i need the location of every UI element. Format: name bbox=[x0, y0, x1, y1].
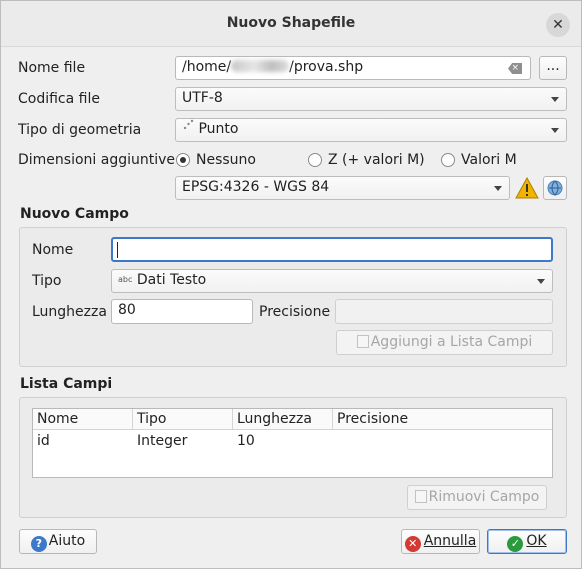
add-to-fields-list-button[interactable]: Aggiungi a Lista Campi bbox=[336, 330, 553, 355]
dialog-title: Nuovo Shapefile bbox=[226, 15, 356, 31]
point-geometry-icon bbox=[182, 119, 194, 135]
chevron-down-icon bbox=[537, 279, 545, 284]
field-precision-input[interactable] bbox=[335, 299, 553, 324]
cell-nome: id bbox=[37, 433, 50, 449]
close-icon[interactable]: ✕ bbox=[546, 13, 570, 37]
text-type-icon: abc bbox=[118, 275, 133, 284]
clear-icon[interactable]: × bbox=[508, 63, 522, 74]
globe-icon bbox=[547, 180, 563, 196]
field-type-label: Tipo bbox=[32, 273, 62, 289]
ok-button[interactable]: ✓ OK bbox=[487, 529, 567, 554]
crs-value: EPSG:4326 - WGS 84 bbox=[182, 179, 330, 195]
chevron-down-icon bbox=[551, 97, 559, 102]
radio-z-m-label: Z (+ valori M) bbox=[328, 152, 425, 168]
cancel-button[interactable]: ✕ Annulla bbox=[401, 529, 480, 554]
crs-select[interactable]: EPSG:4326 - WGS 84 bbox=[175, 176, 510, 200]
radio-valori-m-label: Valori M bbox=[461, 152, 517, 168]
fields-table[interactable]: Nome Tipo Lunghezza Precisione id Intege… bbox=[32, 408, 553, 478]
cell-tipo: Integer bbox=[137, 433, 188, 449]
encoding-value: UTF-8 bbox=[182, 90, 223, 106]
help-label: Aiuto bbox=[48, 533, 86, 549]
file-path-prefix: /home/ bbox=[182, 59, 232, 75]
remove-field-icon bbox=[414, 490, 427, 503]
cell-precisione bbox=[333, 431, 433, 451]
warning-icon bbox=[515, 176, 539, 199]
radio-nessuno-label: Nessuno bbox=[196, 152, 256, 168]
field-length-label: Lunghezza bbox=[32, 304, 107, 320]
crs-selector-button[interactable] bbox=[543, 176, 567, 200]
cancel-label: Annulla bbox=[423, 533, 477, 549]
new-shapefile-dialog: Nuovo Shapefile ✕ Nome file /home/ /prova… bbox=[0, 0, 582, 569]
dimensions-label: Dimensioni aggiuntive bbox=[18, 152, 176, 168]
chevron-down-icon bbox=[551, 128, 559, 133]
file-path-suffix: /prova.shp bbox=[289, 59, 364, 75]
geometry-type-label: Tipo di geometria bbox=[18, 122, 142, 138]
geometry-type-value: Punto bbox=[198, 121, 239, 137]
field-type-select[interactable]: abc Dati Testo bbox=[111, 269, 553, 293]
field-name-input[interactable] bbox=[111, 237, 553, 262]
field-name-label: Nome bbox=[32, 242, 74, 258]
encoding-select[interactable]: UTF-8 bbox=[175, 87, 567, 111]
field-type-value: Dati Testo bbox=[136, 272, 207, 288]
column-header-nome[interactable]: Nome bbox=[33, 409, 133, 430]
radio-nessuno[interactable] bbox=[176, 153, 190, 167]
column-header-lunghezza[interactable]: Lunghezza bbox=[233, 409, 333, 430]
new-field-title: Nuovo Campo bbox=[20, 206, 129, 222]
add-field-icon bbox=[356, 335, 369, 348]
remove-field-button[interactable]: Rimuovi Campo bbox=[407, 485, 547, 510]
cell-lunghezza: 10 bbox=[237, 433, 255, 449]
radio-valori-m[interactable] bbox=[441, 153, 455, 167]
browse-button[interactable]: ... bbox=[539, 56, 567, 80]
ok-label: OK bbox=[526, 533, 547, 549]
check-icon: ✓ bbox=[507, 536, 524, 552]
help-icon: ? bbox=[30, 536, 47, 552]
file-path-input[interactable]: /home/ /prova.shp × bbox=[175, 56, 531, 80]
geometry-type-select[interactable]: Punto bbox=[175, 118, 567, 142]
redacted-username bbox=[231, 60, 290, 72]
field-precision-label: Precisione bbox=[259, 304, 331, 320]
encoding-label: Codifica file bbox=[18, 91, 100, 107]
column-header-tipo[interactable]: Tipo bbox=[133, 409, 233, 430]
text-cursor bbox=[117, 242, 118, 258]
help-button[interactable]: ? Aiuto bbox=[19, 529, 97, 554]
remove-field-label: Rimuovi Campo bbox=[428, 489, 540, 505]
file-name-label: Nome file bbox=[18, 60, 86, 76]
cancel-icon: ✕ bbox=[404, 536, 421, 552]
column-header-precisione[interactable]: Precisione bbox=[333, 409, 552, 430]
radio-z-m[interactable] bbox=[308, 153, 322, 167]
table-header: Nome Tipo Lunghezza Precisione bbox=[33, 409, 552, 430]
title-bar: Nuovo Shapefile ✕ bbox=[1, 1, 581, 47]
fields-list-title: Lista Campi bbox=[20, 376, 113, 392]
chevron-down-icon bbox=[494, 186, 502, 191]
add-to-fields-list-label: Aggiungi a Lista Campi bbox=[370, 334, 533, 350]
field-length-input[interactable]: 80 bbox=[111, 299, 253, 324]
